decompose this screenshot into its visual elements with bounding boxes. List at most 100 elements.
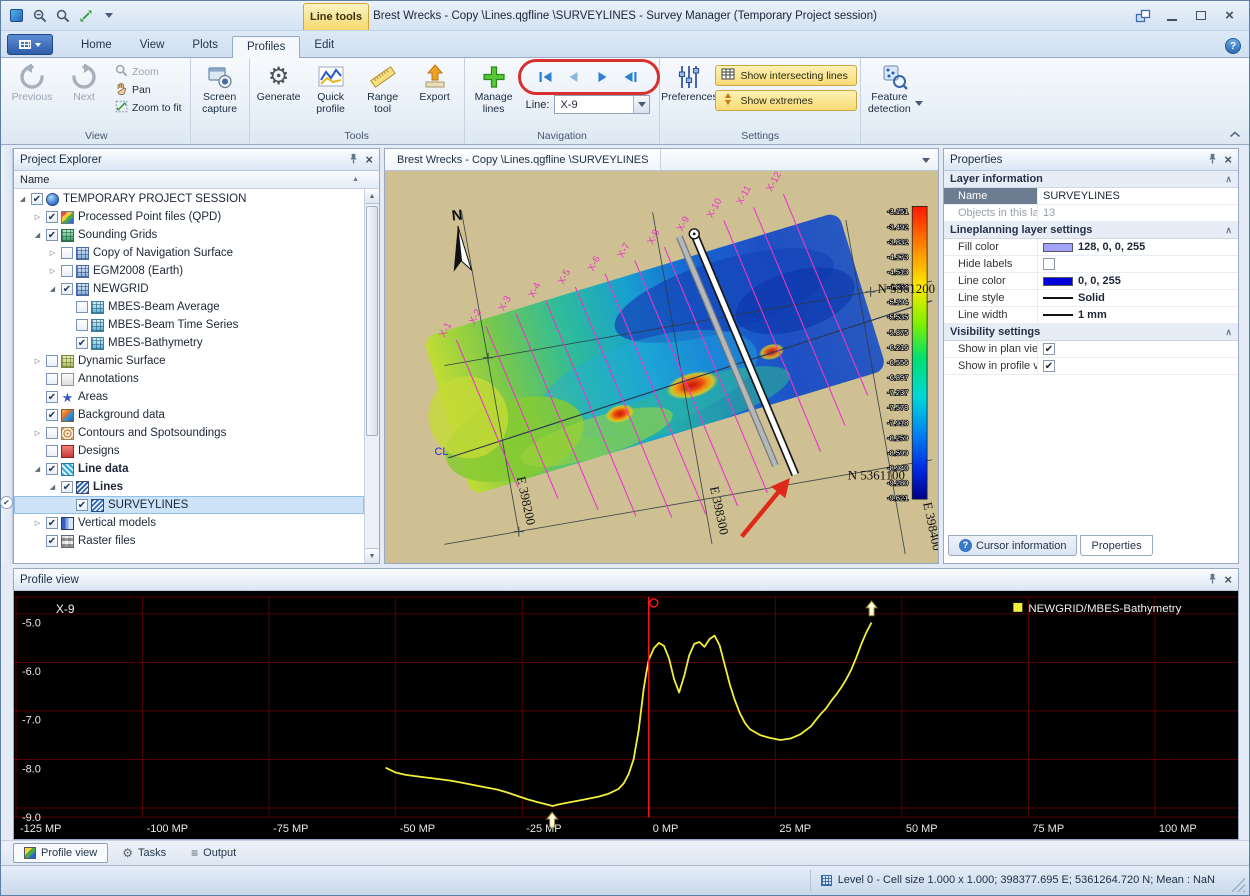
tree-item-annotations[interactable]: Annotations (14, 370, 364, 388)
name-column-header[interactable]: Name ▲ (14, 171, 379, 189)
zoom-button[interactable]: Zoom (112, 64, 185, 80)
expander-closed-icon[interactable]: ▷ (47, 249, 58, 257)
vertical-scrollbar[interactable]: ▲ ▼ (364, 189, 379, 563)
range-tool-button[interactable]: Range tool (357, 60, 409, 118)
property-row-name[interactable]: NameSURVEYLINES (944, 188, 1238, 205)
checkbox[interactable] (76, 301, 88, 313)
fit-extents-icon[interactable] (76, 6, 95, 25)
show-intersecting-lines-button[interactable]: Show intersecting lines (715, 65, 856, 86)
maximize-button[interactable] (1187, 6, 1214, 26)
zoom-in-icon[interactable] (53, 6, 72, 25)
expander-closed-icon[interactable]: ▷ (32, 429, 43, 437)
property-row-show-in-plan-view[interactable]: Show in plan view✔ (944, 341, 1238, 358)
next-button[interactable]: Next (58, 60, 110, 106)
pin-icon[interactable] (348, 153, 359, 167)
tree-item-line-data[interactable]: ◢✔Line data (14, 460, 364, 478)
previous-button[interactable]: Previous (6, 60, 58, 106)
checkbox[interactable] (1043, 258, 1055, 270)
collapse-ribbon-button[interactable] (1229, 129, 1241, 141)
expander-open-icon[interactable]: ◢ (32, 231, 43, 239)
tab-edit[interactable]: Edit (300, 35, 348, 57)
checkbox[interactable]: ✔ (61, 283, 73, 295)
manage-lines-button[interactable]: Manage lines (468, 60, 520, 118)
layout-button[interactable] (1129, 6, 1156, 26)
tree-item-raster-files[interactable]: ✔Raster files (14, 532, 364, 550)
map-canvas[interactable]: CL X-1X-2X-3X-4X-5X-6X-7X-8X-9X-10X-11X-… (385, 171, 938, 563)
tab-output[interactable]: ≡Output (180, 843, 247, 863)
scroll-down-icon[interactable]: ▼ (365, 548, 379, 563)
collapse-section-icon[interactable]: ∧ (1225, 327, 1232, 338)
pin-icon[interactable] (1207, 153, 1218, 167)
feature-detection-button[interactable]: Feature detection (864, 60, 926, 118)
scrollbar-thumb[interactable] (366, 206, 378, 436)
tree-item-background-data[interactable]: ✔Background data (14, 406, 364, 424)
checkmark-icon[interactable]: ✔ (0, 496, 13, 509)
pin-icon[interactable] (1207, 573, 1218, 587)
tree-item-sounding-grids[interactable]: ◢✔Sounding Grids (14, 226, 364, 244)
preferences-button[interactable]: Preferences (663, 60, 715, 106)
show-extremes-button[interactable]: Show extremes (715, 90, 856, 111)
screen-capture-button[interactable]: Screen capture (194, 60, 246, 118)
section-header-lineplanning-layer-settings[interactable]: Lineplanning layer settings∧ (944, 222, 1238, 239)
tab-profiles[interactable]: Profiles (232, 36, 300, 58)
checkbox[interactable]: ✔ (46, 535, 58, 547)
expander-open-icon[interactable]: ◢ (47, 483, 58, 491)
checkbox[interactable]: ✔ (46, 517, 58, 529)
map-document-tab[interactable]: Brest Wrecks - Copy \Lines.qgfline \SURV… (385, 149, 661, 170)
checkbox[interactable] (76, 319, 88, 331)
tab-profile-view[interactable]: Profile view (13, 843, 108, 863)
close-icon[interactable]: × (1224, 573, 1232, 586)
checkbox[interactable]: ✔ (46, 229, 58, 241)
tree-item-newgrid[interactable]: ◢✔NEWGRID (14, 280, 364, 298)
expander-closed-icon[interactable]: ▷ (47, 267, 58, 275)
scroll-up-icon[interactable]: ▲ (365, 189, 379, 204)
checkbox[interactable]: ✔ (1043, 360, 1055, 372)
export-button[interactable]: Export (409, 60, 461, 106)
checkbox[interactable]: ✔ (46, 211, 58, 223)
checkbox[interactable]: ✔ (46, 391, 58, 403)
tree-item-areas[interactable]: ✔★Areas (14, 388, 364, 406)
help-icon[interactable]: ? (1225, 38, 1241, 54)
property-row-line-color[interactable]: Line color0, 0, 255 (944, 273, 1238, 290)
generate-button[interactable]: ⚙ Generate (253, 60, 305, 106)
tree-item-mbes-beam-average[interactable]: MBES-Beam Average (14, 298, 364, 316)
section-header-layer-information[interactable]: Layer information∧ (944, 171, 1238, 188)
first-line-button[interactable] (534, 67, 558, 87)
minimize-button[interactable] (1158, 6, 1185, 26)
tab-list-dropdown-icon[interactable] (922, 154, 938, 166)
tree-item-contours-and-spotsoundings[interactable]: ▷Contours and Spotsoundings (14, 424, 364, 442)
expander-closed-icon[interactable]: ▷ (32, 213, 43, 221)
tree-item-dynamic-surface[interactable]: ▷Dynamic Surface (14, 352, 364, 370)
zoom-to-fit-button[interactable]: Zoom to fit (112, 100, 185, 116)
previous-line-button[interactable] (562, 67, 586, 87)
checkbox[interactable]: ✔ (31, 193, 43, 205)
tab-view[interactable]: View (126, 35, 179, 57)
property-row-fill-color[interactable]: Fill color128, 0, 0, 255 (944, 239, 1238, 256)
expander-closed-icon[interactable]: ▷ (32, 357, 43, 365)
checkbox[interactable]: ✔ (46, 409, 58, 421)
zoom-out-icon[interactable] (30, 6, 49, 25)
checkbox[interactable]: ✔ (1043, 343, 1055, 355)
checkbox[interactable] (46, 373, 58, 385)
checkbox[interactable] (46, 445, 58, 457)
close-button[interactable]: × (1216, 6, 1243, 26)
pan-button[interactable]: Pan (112, 82, 185, 98)
property-row-line-width[interactable]: Line width1 mm (944, 307, 1238, 324)
tree-item-designs[interactable]: Designs (14, 442, 364, 460)
property-row-hide-labels[interactable]: Hide labels (944, 256, 1238, 273)
tree-item-lines[interactable]: ◢✔Lines (14, 478, 364, 496)
tree-item-vertical-models[interactable]: ▷✔Vertical models (14, 514, 364, 532)
quick-access-dropdown-icon[interactable] (99, 6, 118, 25)
property-row-objects-in-this-layer[interactable]: Objects in this layer13 (944, 205, 1238, 222)
combo-dropdown-button[interactable] (633, 96, 649, 113)
expander-closed-icon[interactable]: ▷ (32, 519, 43, 527)
tree-item-copy-of-navigation-surface[interactable]: ▷Copy of Navigation Surface (14, 244, 364, 262)
expander-open-icon[interactable]: ◢ (47, 285, 58, 293)
property-row-line-style[interactable]: Line styleSolid (944, 290, 1238, 307)
app-icon[interactable] (7, 6, 26, 25)
quick-profile-button[interactable]: Quick profile (305, 60, 357, 118)
profile-chart[interactable]: -125 MP-100 MP-75 MP-50 MP-25 MP0 MP25 M… (14, 591, 1238, 839)
next-line-button[interactable] (590, 67, 614, 87)
line-combobox[interactable]: X-9 (554, 95, 650, 114)
application-menu-button[interactable] (7, 34, 53, 55)
